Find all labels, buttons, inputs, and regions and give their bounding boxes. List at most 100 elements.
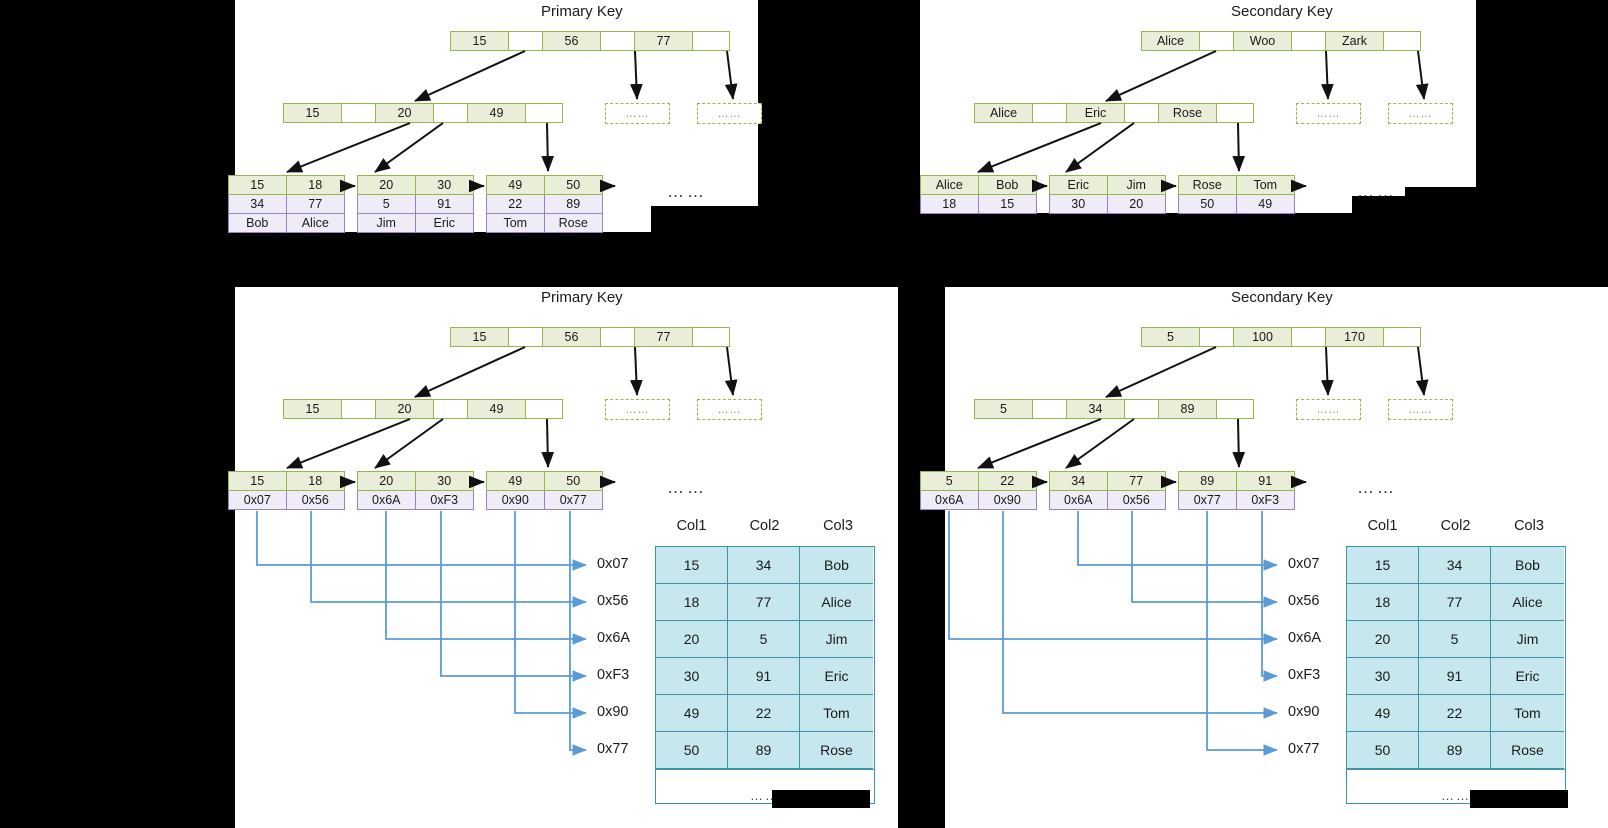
bl-leaf-2-key-1: 50 [544, 472, 602, 490]
tl-int-key-1: 20 [376, 104, 434, 122]
tl-leaf-2: 49 50 22 89 Tom Rose [486, 175, 603, 233]
tr-int-ptr-0 [1033, 104, 1067, 122]
tr-int-ptr-2 [1217, 104, 1252, 122]
br-leaf-0: 5 22 0x6A 0x90 [920, 471, 1037, 510]
br-leaf-1-ptr-1: 0x56 [1107, 491, 1165, 509]
br-root-ptr-0 [1200, 328, 1234, 346]
bl-leaf-1: 20 30 0x6A 0xF3 [357, 471, 474, 510]
table-row: 20 5 Jim [1347, 621, 1565, 658]
tl-leaf-2-key-0: 49 [487, 176, 545, 194]
bl-address-5: 0x77 [597, 741, 629, 757]
br-cell-2-0: 20 [1347, 621, 1419, 658]
tl-trailing-dots: …… [667, 182, 707, 201]
panel-title-tl: Primary Key [541, 3, 623, 20]
bl-leaf-1-key-1: 30 [415, 472, 473, 490]
tl-leaf-2-c3-0: Tom [487, 214, 545, 232]
tl-leaf-1-c2-1: 91 [415, 195, 473, 213]
br-leaf-2-keys: 89 91 [1178, 471, 1295, 491]
tl-root-key-2: 77 [635, 32, 693, 50]
bl-address-2: 0x6A [597, 630, 631, 646]
br-root-ptr-1 [1292, 328, 1326, 346]
bl-cell-4-1: 22 [728, 695, 800, 732]
br-cell-5-0: 50 [1347, 732, 1419, 769]
br-root-key-0: 5 [1142, 328, 1200, 346]
br-leaf-2-key-0: 89 [1179, 472, 1237, 490]
bl-int-ptr-2 [526, 400, 561, 418]
br-cell-1-1: 77 [1419, 584, 1491, 621]
br-cell-2-1: 5 [1419, 621, 1491, 658]
tr-stub-node-2: …… [1388, 103, 1453, 124]
tr-leaf-2-key-1: Tom [1236, 176, 1294, 194]
bl-leaf-1-ptrs: 0x6A 0xF3 [357, 491, 474, 510]
tr-leaf-1-key-1: Jim [1107, 176, 1165, 194]
br-address-1: 0x56 [1288, 593, 1320, 609]
table-row: 50 89 Rose [656, 732, 874, 769]
bl-cell-5-2: Rose [800, 732, 873, 769]
bl-leaf-1-keys: 20 30 [357, 471, 474, 491]
br-int-ptr-1 [1125, 400, 1159, 418]
br-cell-3-1: 91 [1419, 658, 1491, 695]
bl-leaf-0-key-1: 18 [286, 472, 344, 490]
br-root-node: 5 100 170 [1141, 327, 1421, 347]
br-leaf-2-ptr-0: 0x77 [1179, 491, 1237, 509]
bl-record-table: Col1 Col2 Col3 15 34 Bob 18 77 Alice 20 … [655, 518, 875, 804]
tl-leaf-1-c3-1: Eric [415, 214, 473, 232]
bl-int-key-0: 15 [284, 400, 342, 418]
tl-leaf-2-c2-1: 89 [544, 195, 602, 213]
br-leaf-1-key-1: 77 [1107, 472, 1165, 490]
bl-table-header: Col1 Col2 Col3 [655, 518, 875, 546]
tr-root-key-1: Woo [1234, 32, 1292, 50]
table-row: 15 34 Bob [1347, 547, 1565, 584]
br-leaf-1-ptr-0: 0x6A [1050, 491, 1108, 509]
tr-leaf-0-key-1: Bob [978, 176, 1036, 194]
tr-leaf-2-c2-1: 49 [1236, 195, 1294, 213]
bl-address-0: 0x07 [597, 556, 629, 572]
tl-root-key-1: 56 [543, 32, 601, 50]
bl-leaf-0-ptrs: 0x07 0x56 [228, 491, 345, 510]
br-leaf-1-ptrs: 0x6A 0x56 [1049, 491, 1166, 510]
tl-int-ptr-1 [434, 104, 468, 122]
tl-leaf-0-col3: Bob Alice [228, 214, 345, 233]
bl-root-key-1: 56 [543, 328, 601, 346]
tl-leaf-2-col2: 22 89 [486, 195, 603, 214]
tl-leaf-1-col3: Jim Eric [357, 214, 474, 233]
bl-cell-0-2: Bob [800, 547, 873, 584]
br-col-header-1: Col2 [1440, 518, 1471, 534]
br-address-5: 0x77 [1288, 741, 1320, 757]
br-leaf-2-ptr-1: 0xF3 [1236, 491, 1294, 509]
tl-root-ptr-2 [693, 32, 728, 50]
table-row: 49 22 Tom [656, 695, 874, 732]
bl-root-ptr-1 [601, 328, 635, 346]
br-cell-3-0: 30 [1347, 658, 1419, 695]
bl-int-key-1: 20 [376, 400, 434, 418]
tr-leaf-1-c2-0: 30 [1050, 195, 1108, 213]
tr-leaf-2-c2-0: 50 [1179, 195, 1237, 213]
bl-internal-node: 15 20 49 [283, 399, 563, 419]
bl-leaf-1-key-0: 20 [358, 472, 416, 490]
bl-trailing-dots: …… [667, 478, 707, 497]
occlusion-block-br-table [1470, 790, 1568, 808]
br-leaf-1-key-0: 34 [1050, 472, 1108, 490]
bl-stub-node-2: …… [697, 399, 762, 420]
tr-root-ptr-2 [1384, 32, 1419, 50]
table-row: 49 22 Tom [1347, 695, 1565, 732]
bl-col-header-2: Col3 [823, 518, 853, 534]
bl-root-key-0: 15 [451, 328, 509, 346]
bl-col-header-0: Col1 [676, 518, 707, 534]
tl-leaf-2-c3-1: Rose [544, 214, 602, 232]
bl-int-ptr-1 [434, 400, 468, 418]
bl-root-ptr-0 [509, 328, 543, 346]
tl-leaf-2-keys: 49 50 [486, 175, 603, 195]
tr-root-ptr-0 [1200, 32, 1234, 50]
br-address-2: 0x6A [1288, 630, 1322, 646]
bl-leaf-1-ptr-1: 0xF3 [415, 491, 473, 509]
tl-leaf-1-key-1: 30 [415, 176, 473, 194]
br-root-key-1: 100 [1234, 328, 1292, 346]
br-int-key-0: 5 [975, 400, 1033, 418]
tr-leaf-0-col2: 18 15 [920, 195, 1037, 214]
tr-int-ptr-1 [1125, 104, 1159, 122]
tl-leaf-1: 20 30 5 91 Jim Eric [357, 175, 474, 233]
tl-stub-node-2: …… [697, 103, 762, 124]
br-address-4: 0x90 [1288, 704, 1320, 720]
bl-cell-2-1: 5 [728, 621, 800, 658]
